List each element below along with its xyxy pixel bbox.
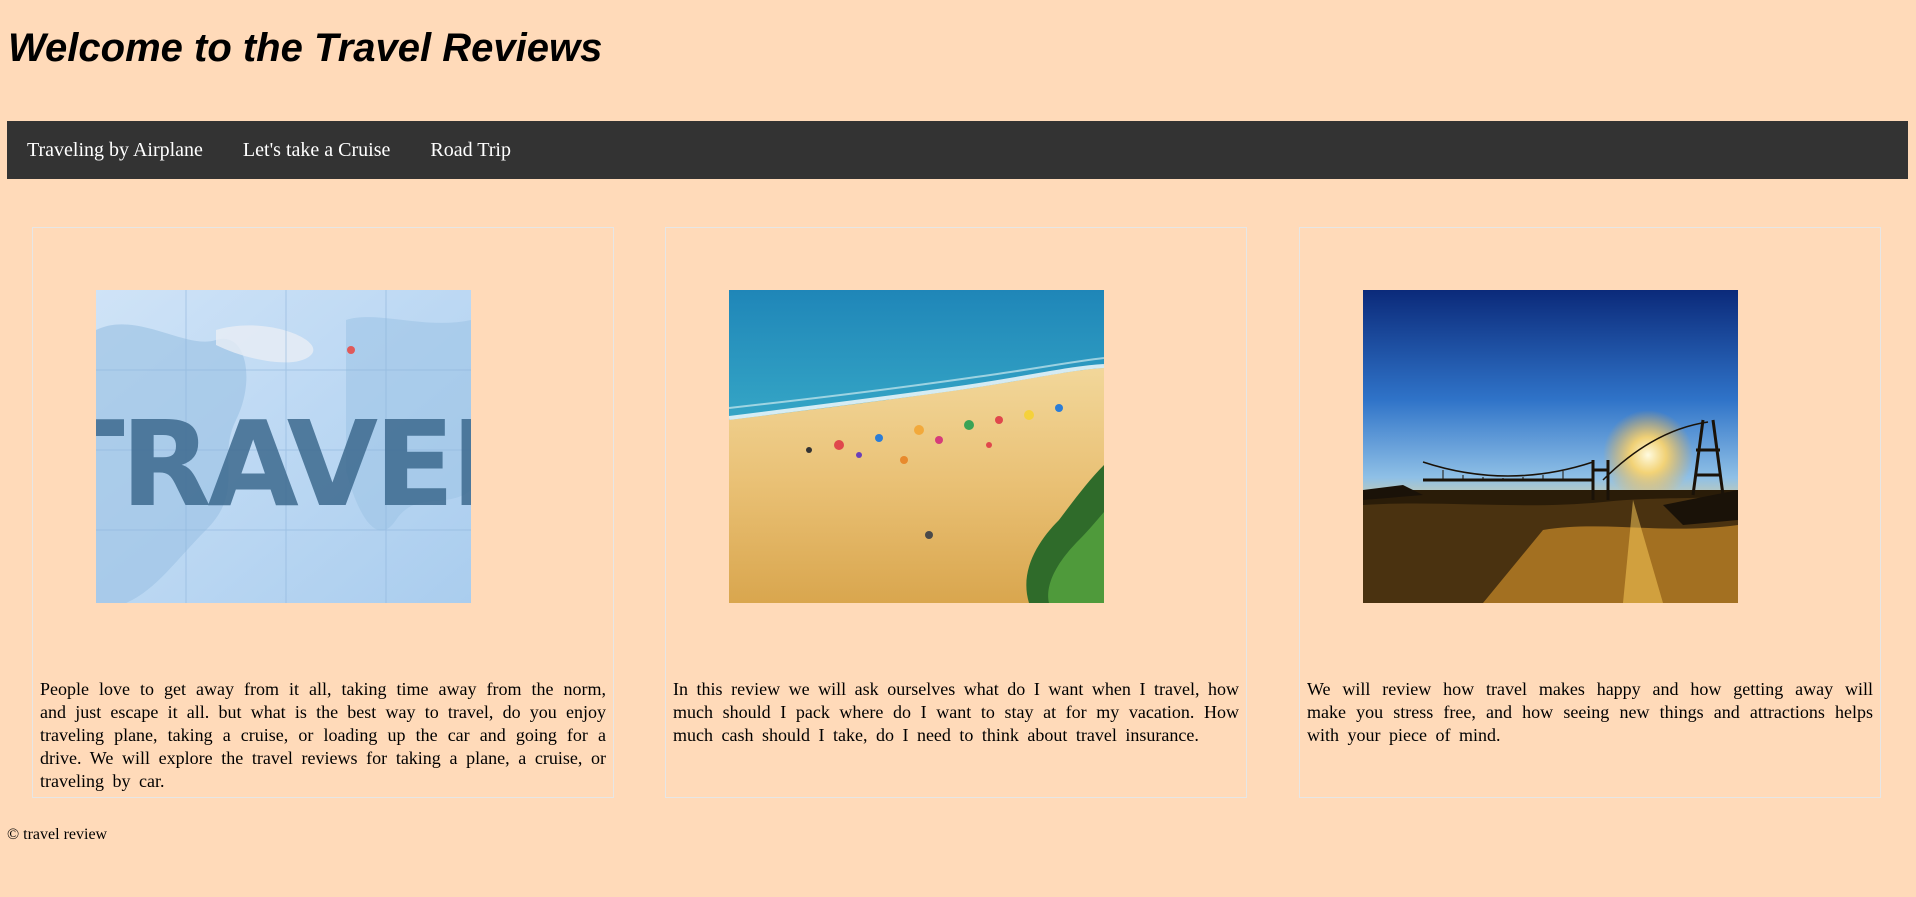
- nav-link-airplane[interactable]: Traveling by Airplane: [7, 139, 223, 162]
- navbar: Traveling by Airplane Let's take a Cruis…: [7, 121, 1908, 179]
- review-card-road-trip: We will review how travel makes happy an…: [1299, 227, 1881, 798]
- travel-map-image: TRAVEL: [96, 290, 471, 603]
- review-card-cruise: In this review we will ask ourselves wha…: [665, 227, 1247, 798]
- review-card-airplane: TRAVEL People love to get away from it a…: [32, 227, 614, 798]
- nav-link-road-trip[interactable]: Road Trip: [410, 139, 531, 162]
- review-card-text: We will review how travel makes happy an…: [1307, 679, 1873, 745]
- nav-link-cruise[interactable]: Let's take a Cruise: [223, 139, 410, 162]
- travel-image-text: TRAVEL: [96, 395, 471, 533]
- footer-copyright: © travel review: [7, 826, 108, 843]
- page-title: Welcome to the Travel Reviews: [8, 26, 603, 70]
- review-card-text: People love to get away from it all, tak…: [40, 679, 606, 791]
- beach-image: [729, 290, 1104, 603]
- review-card-text: In this review we will ask ourselves wha…: [673, 679, 1239, 745]
- sunset-bridge-image: [1363, 290, 1738, 603]
